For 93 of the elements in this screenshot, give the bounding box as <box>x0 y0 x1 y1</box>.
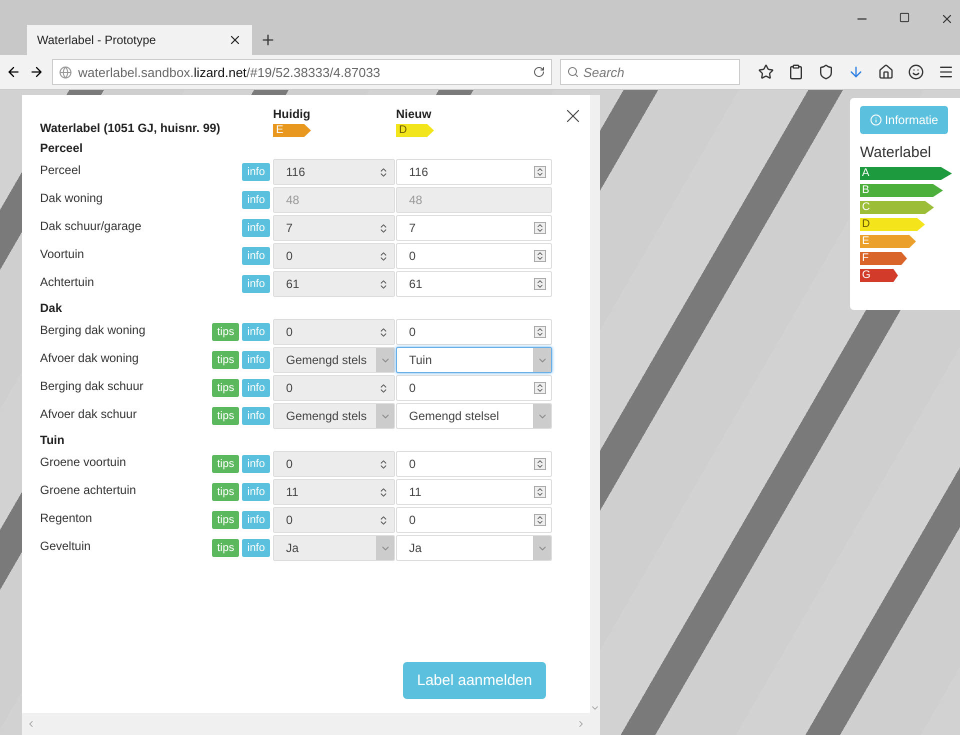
field-label: Dak schuur/garage <box>40 219 142 235</box>
forward-icon[interactable] <box>29 64 44 80</box>
number-field[interactable]: 61 <box>396 271 552 297</box>
spinner-icon[interactable] <box>534 486 546 498</box>
search-icon <box>567 66 580 78</box>
number-field[interactable]: 11 <box>273 479 395 505</box>
number-field[interactable]: 7 <box>396 215 552 241</box>
field-label: Regenton <box>40 511 94 527</box>
field-label: Afvoer dak woning <box>40 351 140 367</box>
select-field[interactable]: Ja <box>273 535 395 561</box>
section-heading: Dak <box>40 300 64 317</box>
readonly-field: 48 <box>396 187 552 213</box>
number-field[interactable]: 0 <box>273 243 395 269</box>
spinner-icon[interactable] <box>378 458 388 470</box>
spinner-icon[interactable] <box>378 486 388 498</box>
close-icon[interactable] <box>228 33 242 47</box>
reload-icon[interactable] <box>533 66 546 78</box>
column-heading: Huidig <box>273 107 312 121</box>
spinner-icon[interactable] <box>534 326 546 338</box>
back-icon[interactable] <box>6 64 22 80</box>
clipboard-icon[interactable] <box>788 64 804 80</box>
field-label: Berging dak schuur <box>40 379 144 395</box>
number-field[interactable]: 61 <box>273 271 395 297</box>
field-label: Voortuin <box>40 247 86 263</box>
field-label: Perceel <box>40 163 82 179</box>
select-field[interactable]: Gemengd stelsel <box>396 403 552 429</box>
spinner-icon[interactable] <box>534 458 546 470</box>
label-class-bar: E <box>860 235 916 248</box>
number-field[interactable]: 0 <box>396 319 552 345</box>
field-label: Achtertuin <box>40 275 96 291</box>
spinner-icon[interactable] <box>378 250 388 262</box>
number-field[interactable]: 116 <box>273 159 395 185</box>
number-field[interactable]: 0 <box>273 507 395 533</box>
number-field[interactable]: 0 <box>273 451 395 477</box>
close-icon[interactable] <box>940 12 954 26</box>
field-label: Afvoer dak schuur <box>40 407 138 423</box>
column-heading: Nieuw <box>396 107 432 121</box>
spinner-icon[interactable] <box>378 166 388 178</box>
field-label: Dak woning <box>40 191 104 207</box>
shield-icon[interactable] <box>818 64 834 80</box>
spinner-icon[interactable] <box>378 278 388 290</box>
label-badge: E <box>273 124 311 137</box>
star-icon[interactable] <box>758 64 774 80</box>
browser-tab[interactable]: Waterlabel - Prototype <box>27 25 252 55</box>
label-class-bar: F <box>860 252 907 265</box>
spinner-icon[interactable] <box>534 222 546 234</box>
search-field[interactable]: Search <box>560 59 740 85</box>
number-field[interactable]: 0 <box>273 375 395 401</box>
field-label: Berging dak woning <box>40 323 146 339</box>
new-tab-icon[interactable] <box>260 32 276 48</box>
spinner-icon[interactable] <box>378 514 388 526</box>
field-label: Geveltuin <box>40 539 92 555</box>
form-title: Waterlabel (1051 GJ, huisnr. 99) <box>40 121 222 137</box>
number-field[interactable]: 0 <box>396 243 552 269</box>
number-field[interactable]: 7 <box>273 215 395 241</box>
number-field[interactable]: 116 <box>396 159 552 185</box>
maximize-icon[interactable] <box>899 12 910 23</box>
select-field[interactable]: Ja <box>396 535 552 561</box>
spinner-icon[interactable] <box>534 278 546 290</box>
spinner-icon[interactable] <box>534 382 546 394</box>
menu-icon[interactable] <box>938 64 954 80</box>
smiley-icon[interactable] <box>908 64 924 80</box>
globe-icon <box>59 66 72 78</box>
spinner-icon[interactable] <box>378 326 388 338</box>
url-field[interactable]: waterlabel.sandbox.lizard.net/#19/52.38333/4.87033 <box>52 59 552 85</box>
spinner-icon[interactable] <box>534 166 546 178</box>
spinner-icon[interactable] <box>378 222 388 234</box>
select-field[interactable]: Gemengd stels <box>273 347 395 373</box>
info-icon <box>870 114 882 126</box>
number-field[interactable]: 11 <box>396 479 552 505</box>
section-heading: Perceel <box>40 140 84 157</box>
field-label: Groene voortuin <box>40 455 128 471</box>
readonly-field: 48 <box>273 187 395 213</box>
select-field[interactable]: Gemengd stels <box>273 403 395 429</box>
spinner-icon[interactable] <box>534 514 546 526</box>
spinner-icon[interactable] <box>534 250 546 262</box>
label-class-bar: C <box>860 201 934 214</box>
home-icon[interactable] <box>878 64 894 80</box>
select-field[interactable]: Tuin <box>396 347 552 373</box>
label-class-bar: B <box>860 184 943 197</box>
label-class-bar: G <box>860 269 898 282</box>
section-heading: Tuin <box>40 432 66 449</box>
label-class-bar: D <box>860 218 925 231</box>
number-field[interactable]: 0 <box>396 451 552 477</box>
number-field[interactable]: 0 <box>396 507 552 533</box>
label-badge: D <box>396 124 434 137</box>
number-field[interactable]: 0 <box>396 375 552 401</box>
spinner-icon[interactable] <box>378 382 388 394</box>
vertical-scrollbar[interactable] <box>590 95 600 713</box>
field-label: Groene achtertuin <box>40 483 138 499</box>
legend-title: Waterlabel <box>860 144 932 161</box>
number-field[interactable]: 0 <box>273 319 395 345</box>
label-class-bar: A <box>860 167 952 180</box>
